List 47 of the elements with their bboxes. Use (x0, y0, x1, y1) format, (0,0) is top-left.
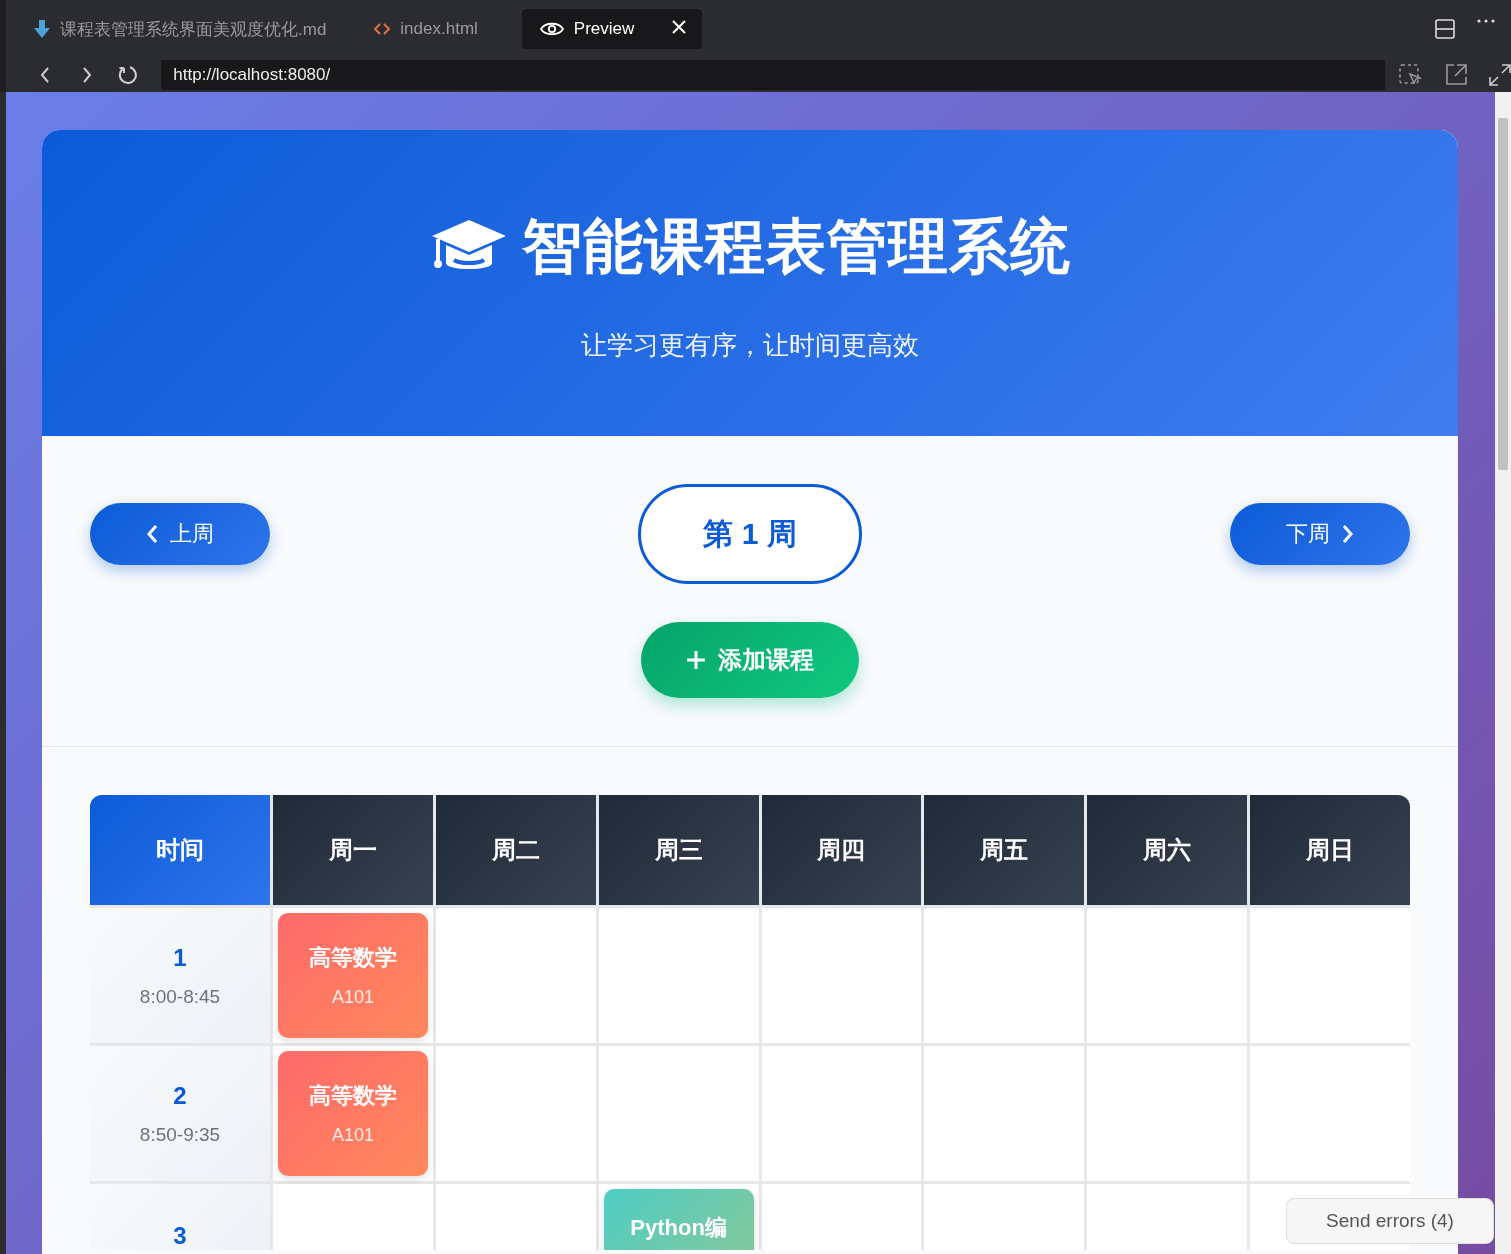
editor-tab[interactable]: index.html (370, 9, 498, 49)
course-name: 高等数学 (308, 944, 397, 972)
url-field[interactable]: http://localhost:8080/ (161, 60, 1385, 90)
more-icon[interactable] (1477, 19, 1495, 23)
external-link-icon[interactable] (1445, 64, 1467, 86)
editor-tab[interactable]: Preview (521, 9, 702, 49)
course-name: 高等数学 (308, 1082, 397, 1110)
eye-icon (539, 21, 564, 37)
chevron-right-icon (1342, 524, 1354, 544)
scrollbar[interactable] (1495, 92, 1511, 1254)
expand-icon[interactable] (1489, 64, 1511, 86)
column-header: 周四 (761, 795, 922, 905)
column-header: 周一 (273, 795, 433, 905)
back-icon[interactable] (39, 67, 50, 83)
course-room: A101 (331, 987, 374, 1008)
chevron-left-icon (146, 524, 158, 544)
column-header: 周六 (1087, 795, 1248, 905)
current-week-label: 第 1 周 (638, 484, 862, 584)
select-element-icon[interactable] (1399, 64, 1423, 86)
column-header: 周日 (1250, 795, 1410, 905)
forward-icon[interactable] (81, 67, 92, 83)
period-number: 3 (173, 1222, 187, 1250)
close-icon[interactable] (671, 20, 686, 34)
period-number: 2 (173, 1081, 187, 1110)
code-icon (374, 23, 391, 35)
column-header: 周三 (598, 795, 759, 905)
column-header: 周二 (435, 795, 596, 905)
course-room: A101 (331, 1125, 374, 1146)
period-time: 8:50-9:35 (139, 1123, 221, 1146)
add-course-button[interactable]: 添加课程 (641, 622, 859, 698)
column-header: 周五 (924, 795, 1085, 905)
refresh-icon[interactable] (118, 65, 139, 85)
course-card[interactable]: 高等数学 A101 (278, 1051, 428, 1176)
send-errors-toast[interactable]: Send errors (4) (1286, 1198, 1494, 1244)
app-subtitle: 让学习更有序，让时间更高效 (581, 329, 919, 362)
split-layout-icon[interactable] (1435, 19, 1455, 39)
editor-tab[interactable]: 课程表管理系统界面美观度优化.md (30, 9, 347, 49)
plus-icon (686, 650, 706, 670)
period-number: 1 (173, 943, 187, 972)
next-week-button[interactable]: 下周 (1230, 503, 1410, 565)
previous-week-button[interactable]: 上周 (90, 503, 270, 565)
course-name: Python编 (630, 1214, 727, 1242)
course-card[interactable]: 高等数学 A101 (278, 913, 428, 1038)
down-arrow-icon (34, 20, 50, 38)
app-title: 智能课程表管理系统 (521, 212, 1071, 282)
period-time: 8:00-8:45 (139, 985, 221, 1008)
column-header: 时间 (90, 795, 270, 905)
